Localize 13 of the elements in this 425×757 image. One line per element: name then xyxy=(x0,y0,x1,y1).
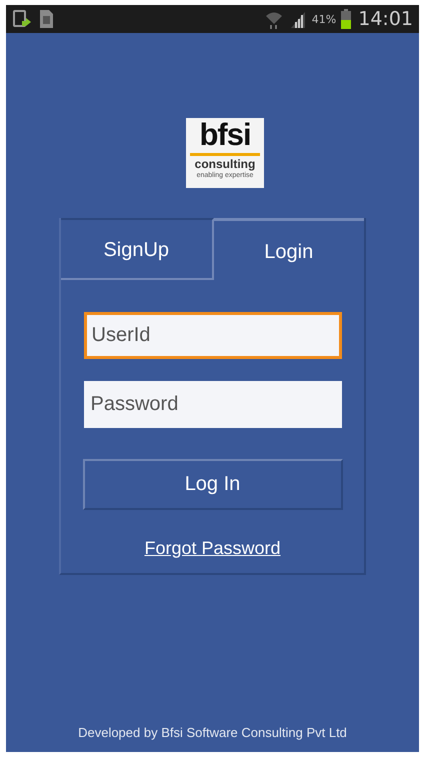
logo-subtitle: consulting xyxy=(194,157,256,171)
input-field[interactable]: Password xyxy=(84,381,342,428)
tab[interactable]: SignUp xyxy=(61,218,214,280)
signal-icon xyxy=(288,10,307,28)
battery-icon xyxy=(341,9,352,29)
sim-card-icon xyxy=(39,9,55,29)
logo-name: bfsi xyxy=(199,119,251,151)
input-field[interactable]: UserId xyxy=(84,312,342,359)
battery-percent: 41% xyxy=(312,12,336,26)
login-button[interactable]: Log In xyxy=(82,459,342,510)
forgot-password-link[interactable]: Forgot Password xyxy=(144,538,281,559)
footer-text: Developed by Bfsi Software Consulting Pvt Ltd xyxy=(78,725,347,740)
clock-time: 14:01 xyxy=(358,8,413,30)
